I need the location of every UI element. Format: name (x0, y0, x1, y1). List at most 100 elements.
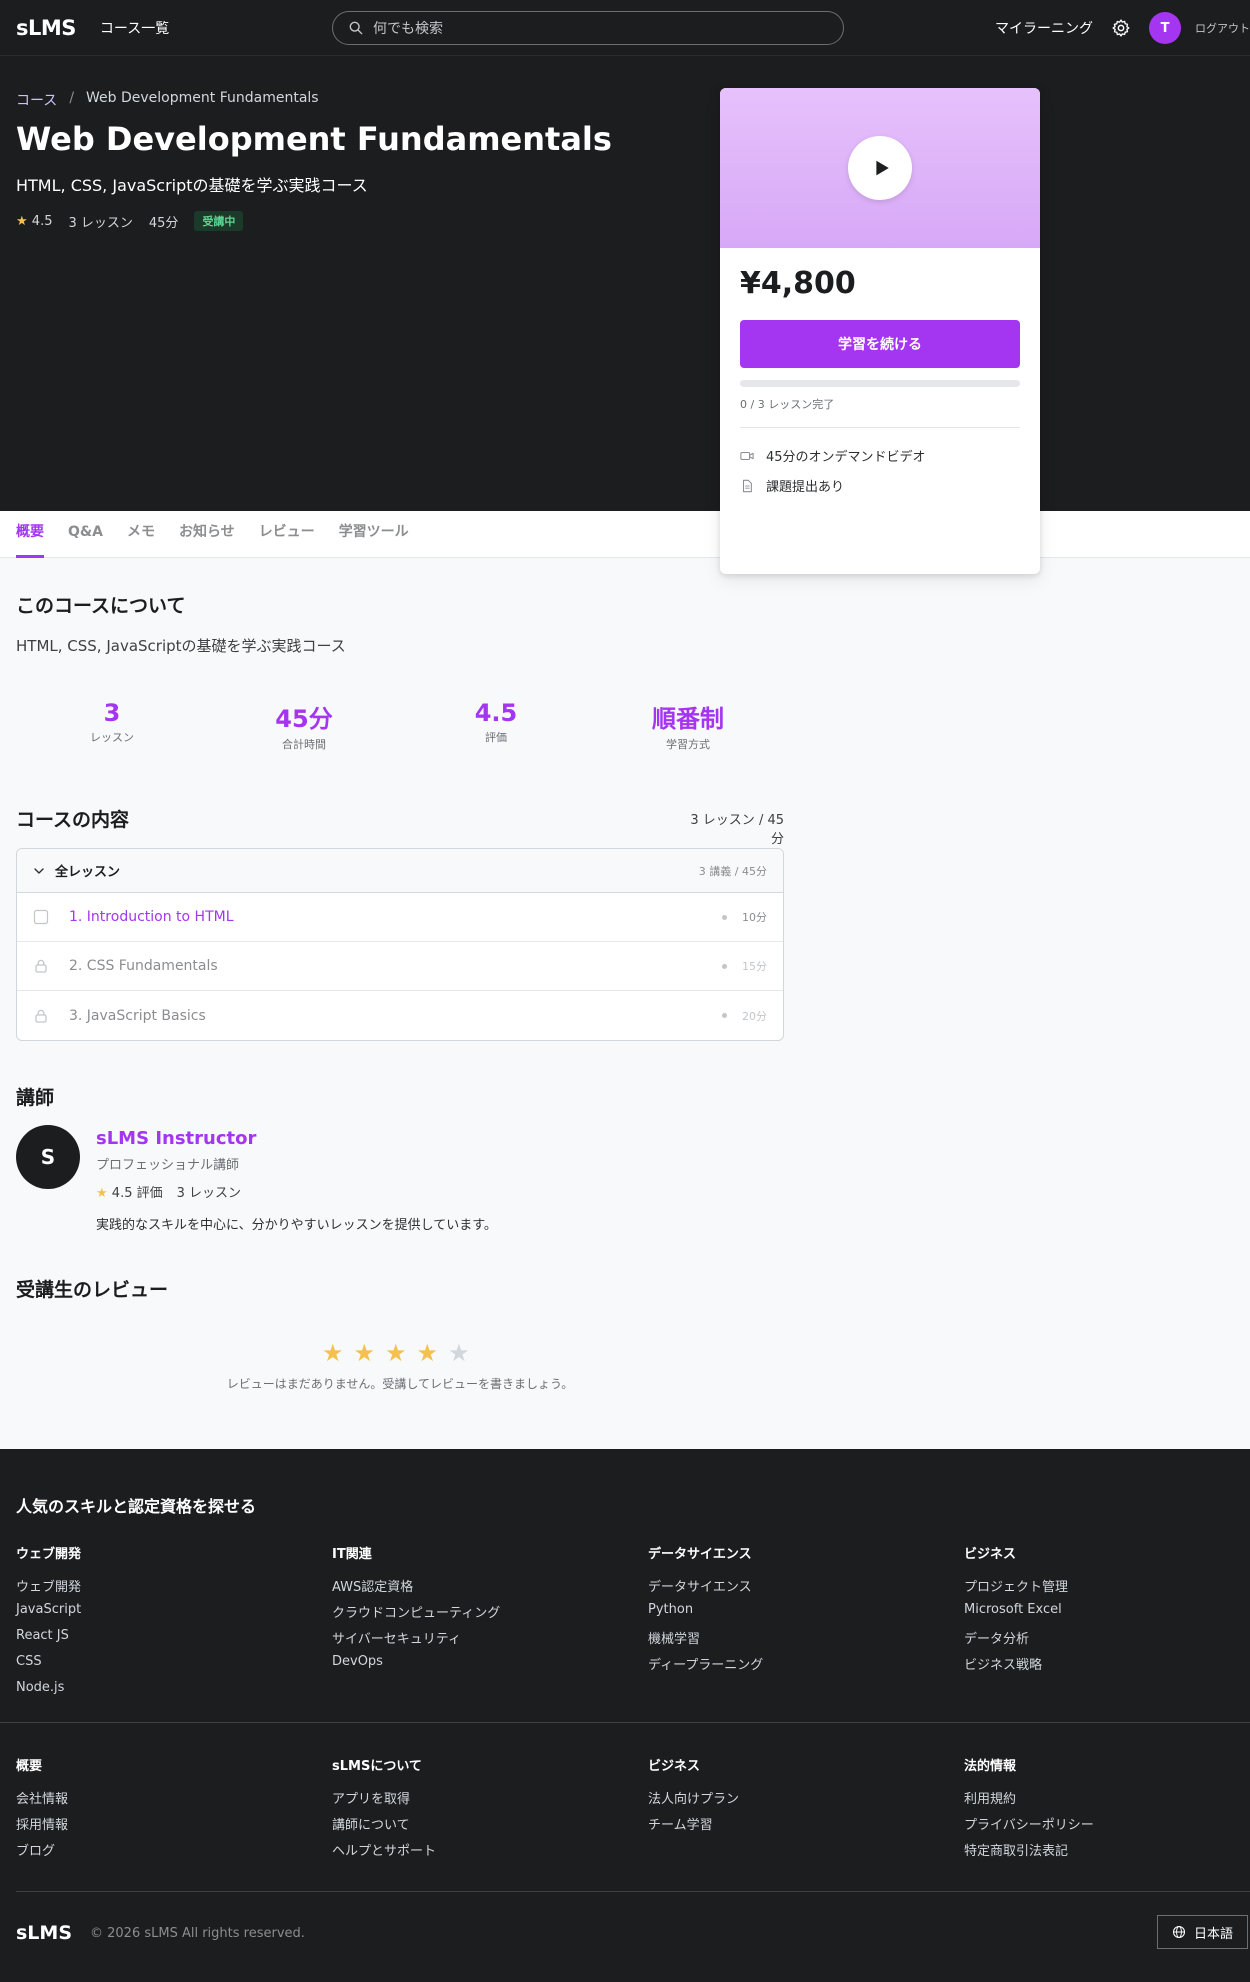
lesson-dot (722, 914, 727, 920)
footer-link[interactable]: 会社情報 (16, 1788, 316, 1814)
accordion-header[interactable]: 全レッスン 3 講義 / 45分 (17, 849, 783, 893)
footer-link[interactable]: プロジェクト管理 (964, 1576, 1250, 1602)
site-logo[interactable]: sLMS (16, 16, 76, 40)
lesson-item: 2. CSS Fundamentals 15分 (17, 942, 783, 991)
footer-link[interactable]: JavaScript (16, 1602, 316, 1628)
continue-learning-button[interactable]: 学習を続ける (740, 320, 1020, 368)
instructor-avatar[interactable]: S (16, 1125, 80, 1189)
header-user-area: マイラーニング T ログアウト (995, 0, 1250, 56)
footer-link[interactable]: 特定商取引法表記 (964, 1840, 1250, 1866)
star-icon: ★ (353, 1339, 376, 1367)
footer-heading: ウェブ開発 (16, 1547, 82, 1562)
nav-courses-link[interactable]: コース一覧 (100, 18, 169, 38)
card-divider (740, 427, 1020, 428)
footer-link[interactable]: ブログ (16, 1840, 316, 1866)
footer-title: 人気のスキルと認定資格を探せる (16, 1497, 257, 1516)
star-icon: ★ (416, 1339, 439, 1367)
footer-link[interactable]: CSS (16, 1654, 316, 1680)
stat-label: 評価 (485, 731, 507, 744)
my-learning-link[interactable]: マイラーニング (995, 18, 1093, 38)
footer-heading: ビジネス (964, 1547, 1017, 1562)
footer-link[interactable]: ビジネス戦略 (964, 1654, 1250, 1680)
star-icon: ★ (322, 1339, 344, 1367)
instructor-name[interactable]: sLMS Instructor (96, 1128, 256, 1149)
footer-skill-column: ウェブ開発 ウェブ開発 JavaScript React JS CSS Node… (16, 1543, 316, 1706)
stat-total-time: 45分 合計時間 (208, 699, 400, 752)
lesson-dot (722, 1013, 727, 1018)
tab-overview[interactable]: 概要 (16, 511, 44, 558)
document-icon (742, 479, 752, 492)
instructor-title: 講師 (16, 1087, 55, 1109)
status-badge: 受講中 (194, 211, 244, 231)
tab-reviews[interactable]: レビュー (259, 511, 315, 558)
footer-link[interactable]: 講師について (332, 1814, 632, 1840)
footer-logo[interactable]: sLMS (16, 1922, 72, 1944)
footer-link[interactable]: Python (648, 1602, 948, 1628)
footer-link[interactable]: アプリを取得 (332, 1788, 632, 1814)
content-title: コースの内容 (16, 809, 130, 831)
footer-link[interactable]: データ分析 (964, 1628, 1250, 1654)
gear-icon[interactable] (1111, 18, 1131, 38)
logout-link[interactable]: ログアウト (1195, 20, 1250, 36)
tab-notes[interactable]: メモ (127, 511, 155, 558)
footer-link-column: ビジネス 法人向けプラン チーム学習 (648, 1755, 948, 1840)
course-stats: 3 レッスン 45分 合計時間 4.5 評価 順番制 学習方式 (16, 699, 784, 752)
stat-learning-mode: 順番制 学習方式 (592, 699, 784, 752)
course-subtitle: HTML, CSS, JavaScriptの基礎を学ぶ実践コース (16, 176, 368, 195)
video-icon (740, 451, 754, 460)
user-avatar[interactable]: T (1149, 12, 1181, 44)
breadcrumb-current: Web Development Fundamentals (86, 90, 319, 106)
course-preview[interactable] (720, 88, 1040, 248)
footer-link[interactable]: ウェブ開発 (16, 1576, 316, 1602)
footer-link[interactable]: ヘルプとサポート (332, 1840, 632, 1866)
footer-link[interactable]: React JS (16, 1628, 316, 1654)
checkbox-icon[interactable] (33, 909, 49, 925)
footer-link[interactable]: 利用規約 (964, 1788, 1250, 1814)
footer-link[interactable]: チーム学習 (648, 1814, 948, 1840)
course-lesson-count: 3 レッスン (68, 215, 133, 231)
lesson-duration: 20分 (742, 1009, 767, 1023)
footer-link[interactable]: DevOps (332, 1654, 632, 1680)
content-summary: 3 レッスン / 45分 (690, 813, 784, 847)
star-empty-icon: ★ (448, 1339, 470, 1367)
footer-link[interactable]: ディープラーニング (648, 1654, 948, 1680)
search-input[interactable]: 何でも検索 (332, 11, 844, 45)
footer-link[interactable]: 採用情報 (16, 1814, 316, 1840)
footer-link[interactable]: サイバーセキュリティ (332, 1628, 632, 1654)
course-main: 概要 Q&A メモ お知らせ レビュー 学習ツール このコースについて HTML… (0, 511, 1250, 1449)
footer-link[interactable]: AWS認定資格 (332, 1576, 632, 1602)
course-purchase-card: ¥4,800 学習を続ける 0 / 3 レッスン完了 45分のオンデマンドビデオ… (720, 88, 1040, 574)
tab-qa[interactable]: Q&A (68, 511, 103, 558)
play-button[interactable] (848, 136, 912, 200)
footer-link[interactable]: プライバシーポリシー (964, 1814, 1250, 1840)
review-stars: ★ ★ ★ ★ ★ (322, 1339, 470, 1367)
feature-assignment: 課題提出あり (740, 476, 844, 495)
lesson-item[interactable]: 1. Introduction to HTML 10分 (17, 893, 783, 942)
lesson-title[interactable]: 1. Introduction to HTML (69, 909, 234, 925)
footer-link[interactable]: 法人向けプラン (648, 1788, 948, 1814)
star-icon: ★ (96, 1186, 108, 1201)
stat-value: 45分 (275, 705, 333, 733)
tab-learning-tools[interactable]: 学習ツール (339, 511, 409, 558)
tab-announcements[interactable]: お知らせ (179, 511, 235, 558)
language-selector[interactable]: 日本語 (1157, 1915, 1248, 1949)
star-icon: ★ (385, 1339, 407, 1367)
accordion-title: 全レッスン (55, 865, 121, 880)
footer-link[interactable]: 機械学習 (648, 1628, 948, 1654)
footer-link[interactable]: Microsoft Excel (964, 1602, 1250, 1628)
breadcrumb-courses[interactable]: コース (16, 90, 57, 110)
footer-link[interactable]: クラウドコンピューティング (332, 1602, 632, 1628)
progress-bar (740, 380, 1020, 387)
stat-label: 学習方式 (666, 738, 710, 751)
footer-heading: ビジネス (648, 1759, 701, 1774)
feature-video: 45分のオンデマンドビデオ (740, 446, 926, 465)
lesson-item: 3. JavaScript Basics 20分 (17, 991, 783, 1040)
lesson-duration: 15分 (742, 960, 767, 973)
site-footer: 人気のスキルと認定資格を探せる ウェブ開発 ウェブ開発 JavaScript R… (0, 1449, 1250, 1982)
lock-icon (35, 1009, 47, 1023)
footer-link[interactable]: データサイエンス (648, 1576, 948, 1602)
footer-heading: 概要 (16, 1759, 43, 1774)
breadcrumb-separator: / (69, 90, 75, 106)
footer-link[interactable]: Node.js (16, 1680, 316, 1706)
instructor-meta: ★ 4.5 評価 3 レッスン (96, 1182, 241, 1201)
